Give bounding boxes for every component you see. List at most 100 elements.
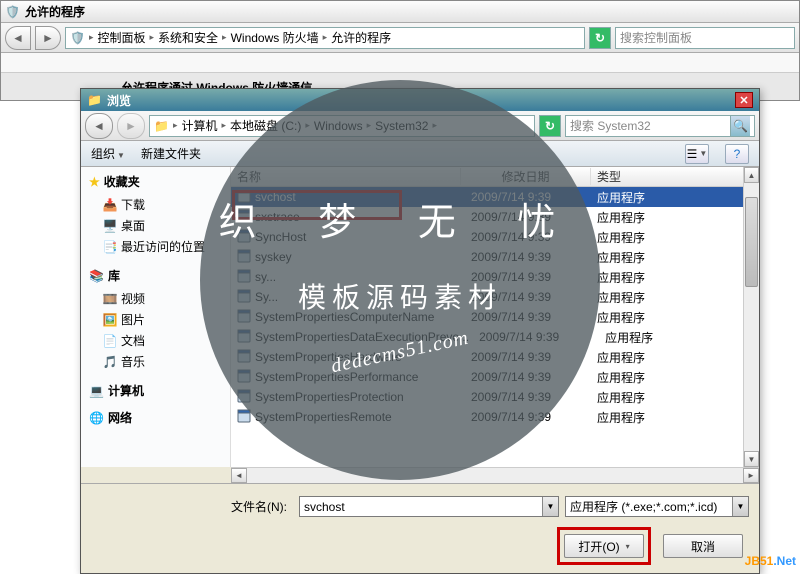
sidebar-item-videos[interactable]: 🎞️视频 xyxy=(89,288,222,309)
outer-title-text: 允许的程序 xyxy=(25,3,85,20)
scroll-down-icon[interactable]: ▼ xyxy=(744,451,759,467)
shield-icon: 🛡️ xyxy=(70,31,85,45)
breadcrumb-item[interactable]: 系统和安全 xyxy=(158,29,218,46)
file-list[interactable]: svchost2009/7/14 9:39应用程序sxstrace2009/7/… xyxy=(231,187,759,467)
file-row[interactable]: SystemPropertiesHardware2009/7/14 9:39应用… xyxy=(231,347,759,367)
file-date: 2009/7/14 9:39 xyxy=(461,190,591,204)
close-button[interactable]: ✕ xyxy=(735,92,753,108)
breadcrumb-item[interactable]: Windows xyxy=(314,119,363,133)
file-type: 应用程序 xyxy=(591,289,759,306)
sidebar-item-pictures[interactable]: 🖼️图片 xyxy=(89,309,222,330)
open-button-highlight: 打开(O)▾ xyxy=(557,527,651,565)
app-icon xyxy=(237,409,251,426)
sidebar: ★收藏夹 📥下载 🖥️桌面 📑最近访问的位置 📚库 🎞️视频 🖼️图片 📄文档 … xyxy=(81,167,231,467)
sidebar-favorites-header[interactable]: ★收藏夹 xyxy=(89,173,222,190)
breadcrumb-item[interactable]: 本地磁盘 (C:) xyxy=(230,117,301,134)
forward-button[interactable]: ► xyxy=(35,26,61,50)
sidebar-item-desktop[interactable]: 🖥️桌面 xyxy=(89,215,222,236)
organize-menu[interactable]: 组织▼ xyxy=(91,145,125,162)
file-list-area: 名称 修改日期 类型 svchost2009/7/14 9:39应用程序sxst… xyxy=(231,167,759,467)
app-icon xyxy=(237,329,251,346)
sidebar-libraries-header[interactable]: 📚库 xyxy=(89,267,222,284)
breadcrumb-item[interactable]: Windows 防火墙 xyxy=(231,29,319,46)
file-row[interactable]: SystemPropertiesPerformance2009/7/14 9:3… xyxy=(231,367,759,387)
file-row[interactable]: sxstrace2009/7/14 9:39应用程序 xyxy=(231,207,759,227)
breadcrumb-item[interactable]: System32 xyxy=(375,119,428,133)
file-row[interactable]: Sy...2009/7/14 9:39应用程序 xyxy=(231,287,759,307)
breadcrumb-item[interactable]: 允许的程序 xyxy=(331,29,391,46)
file-type: 应用程序 xyxy=(591,249,759,266)
vertical-scrollbar[interactable]: ▲ ▼ xyxy=(743,167,759,467)
sidebar-item-recent[interactable]: 📑最近访问的位置 xyxy=(89,236,222,257)
file-name: SystemPropertiesRemote xyxy=(255,410,392,424)
shield-icon: 🛡️ xyxy=(5,5,19,19)
file-filter-select[interactable]: 应用程序 (*.exe;*.com;*.icd) ▼ xyxy=(565,496,749,517)
breadcrumb-item[interactable]: 控制面板 xyxy=(97,29,145,46)
cancel-button[interactable]: 取消 xyxy=(663,534,743,558)
filename-input[interactable]: svchost ▼ xyxy=(299,496,559,517)
folder-icon: 📁 xyxy=(87,93,101,107)
file-row[interactable]: SystemPropertiesProtection2009/7/14 9:39… xyxy=(231,387,759,407)
sidebar-item-downloads[interactable]: 📥下载 xyxy=(89,194,222,215)
sidebar-item-music[interactable]: 🎵音乐 xyxy=(89,351,222,372)
filename-label: 文件名(N): xyxy=(231,498,293,515)
new-folder-button[interactable]: 新建文件夹 xyxy=(141,145,201,162)
outer-nav-bar: ◄ ► 🛡️ ▸ 控制面板 ▸ 系统和安全 ▸ Windows 防火墙 ▸ 允许… xyxy=(1,23,799,53)
breadcrumb-item[interactable]: 计算机 xyxy=(181,117,217,134)
file-name: Sy... xyxy=(255,290,278,304)
app-icon xyxy=(237,209,251,226)
view-button[interactable]: ☰▼ xyxy=(685,144,709,164)
file-row[interactable]: syskey2009/7/14 9:39应用程序 xyxy=(231,247,759,267)
document-icon: 📄 xyxy=(103,334,117,348)
file-name: sxstrace xyxy=(255,210,300,224)
outer-search-input[interactable]: 搜索控制面板 xyxy=(615,27,795,49)
file-type: 应用程序 xyxy=(591,209,759,226)
file-row[interactable]: svchost2009/7/14 9:39应用程序 xyxy=(231,187,759,207)
chevron-down-icon[interactable]: ▼ xyxy=(732,497,748,516)
scroll-right-icon[interactable]: ► xyxy=(743,468,759,483)
open-button[interactable]: 打开(O)▾ xyxy=(564,534,644,558)
outer-titlebar: 🛡️ 允许的程序 xyxy=(1,1,799,23)
dialog-search-input[interactable]: 搜索 System32 🔍 xyxy=(565,115,755,137)
refresh-button[interactable]: ↻ xyxy=(589,27,611,49)
column-type[interactable]: 类型 xyxy=(591,168,759,185)
column-name[interactable]: 名称 xyxy=(231,168,461,185)
dialog-refresh-button[interactable]: ↻ xyxy=(539,115,561,137)
dialog-forward-button[interactable]: ► xyxy=(117,113,145,139)
search-placeholder: 搜索 System32 xyxy=(570,117,651,134)
help-button[interactable]: ? xyxy=(725,144,749,164)
file-row[interactable]: SystemPropertiesDataExecutionPreve...200… xyxy=(231,327,759,347)
dialog-titlebar[interactable]: 📁 浏览 ✕ xyxy=(81,89,759,111)
menu-bar-spacer xyxy=(1,53,799,73)
file-name: SystemPropertiesDataExecutionPreve... xyxy=(255,330,469,344)
dialog-address-bar[interactable]: 📁 ▸ 计算机 ▸ 本地磁盘 (C:) ▸ Windows ▸ System32… xyxy=(149,115,535,137)
file-row[interactable]: SystemPropertiesRemote2009/7/14 9:39应用程序 xyxy=(231,407,759,427)
sidebar-network[interactable]: 🌐网络 xyxy=(89,409,222,426)
chevron-down-icon[interactable]: ▼ xyxy=(542,497,558,516)
dialog-back-button[interactable]: ◄ xyxy=(85,113,113,139)
file-row[interactable]: sy...2009/7/14 9:39应用程序 xyxy=(231,267,759,287)
scroll-left-icon[interactable]: ◄ xyxy=(231,468,247,483)
search-icon[interactable]: 🔍 xyxy=(730,116,750,136)
horizontal-scrollbar[interactable]: ◄ ► xyxy=(231,467,759,483)
file-row[interactable]: SyncHost2009/7/14 9:39应用程序 xyxy=(231,227,759,247)
back-button[interactable]: ◄ xyxy=(5,26,31,50)
file-type: 应用程序 xyxy=(591,389,759,406)
outer-address-bar[interactable]: 🛡️ ▸ 控制面板 ▸ 系统和安全 ▸ Windows 防火墙 ▸ 允许的程序 xyxy=(65,27,585,49)
scrollbar-thumb[interactable] xyxy=(745,197,758,287)
file-name: syskey xyxy=(255,250,292,264)
sidebar-item-documents[interactable]: 📄文档 xyxy=(89,330,222,351)
app-icon xyxy=(237,269,251,286)
file-date: 2009/7/14 9:39 xyxy=(469,330,599,344)
app-icon xyxy=(237,289,251,306)
chevron-right-icon: ▸ xyxy=(89,32,94,43)
file-row[interactable]: SystemPropertiesComputerName2009/7/14 9:… xyxy=(231,307,759,327)
file-type: 应用程序 xyxy=(591,309,759,326)
scroll-up-icon[interactable]: ▲ xyxy=(744,167,759,183)
file-date: 2009/7/14 9:39 xyxy=(461,310,591,324)
chevron-down-icon: ▼ xyxy=(117,151,125,160)
app-icon xyxy=(237,189,251,206)
file-name: SystemPropertiesPerformance xyxy=(255,370,418,384)
column-date[interactable]: 修改日期 xyxy=(461,168,591,185)
sidebar-computer[interactable]: 💻计算机 xyxy=(89,382,222,399)
